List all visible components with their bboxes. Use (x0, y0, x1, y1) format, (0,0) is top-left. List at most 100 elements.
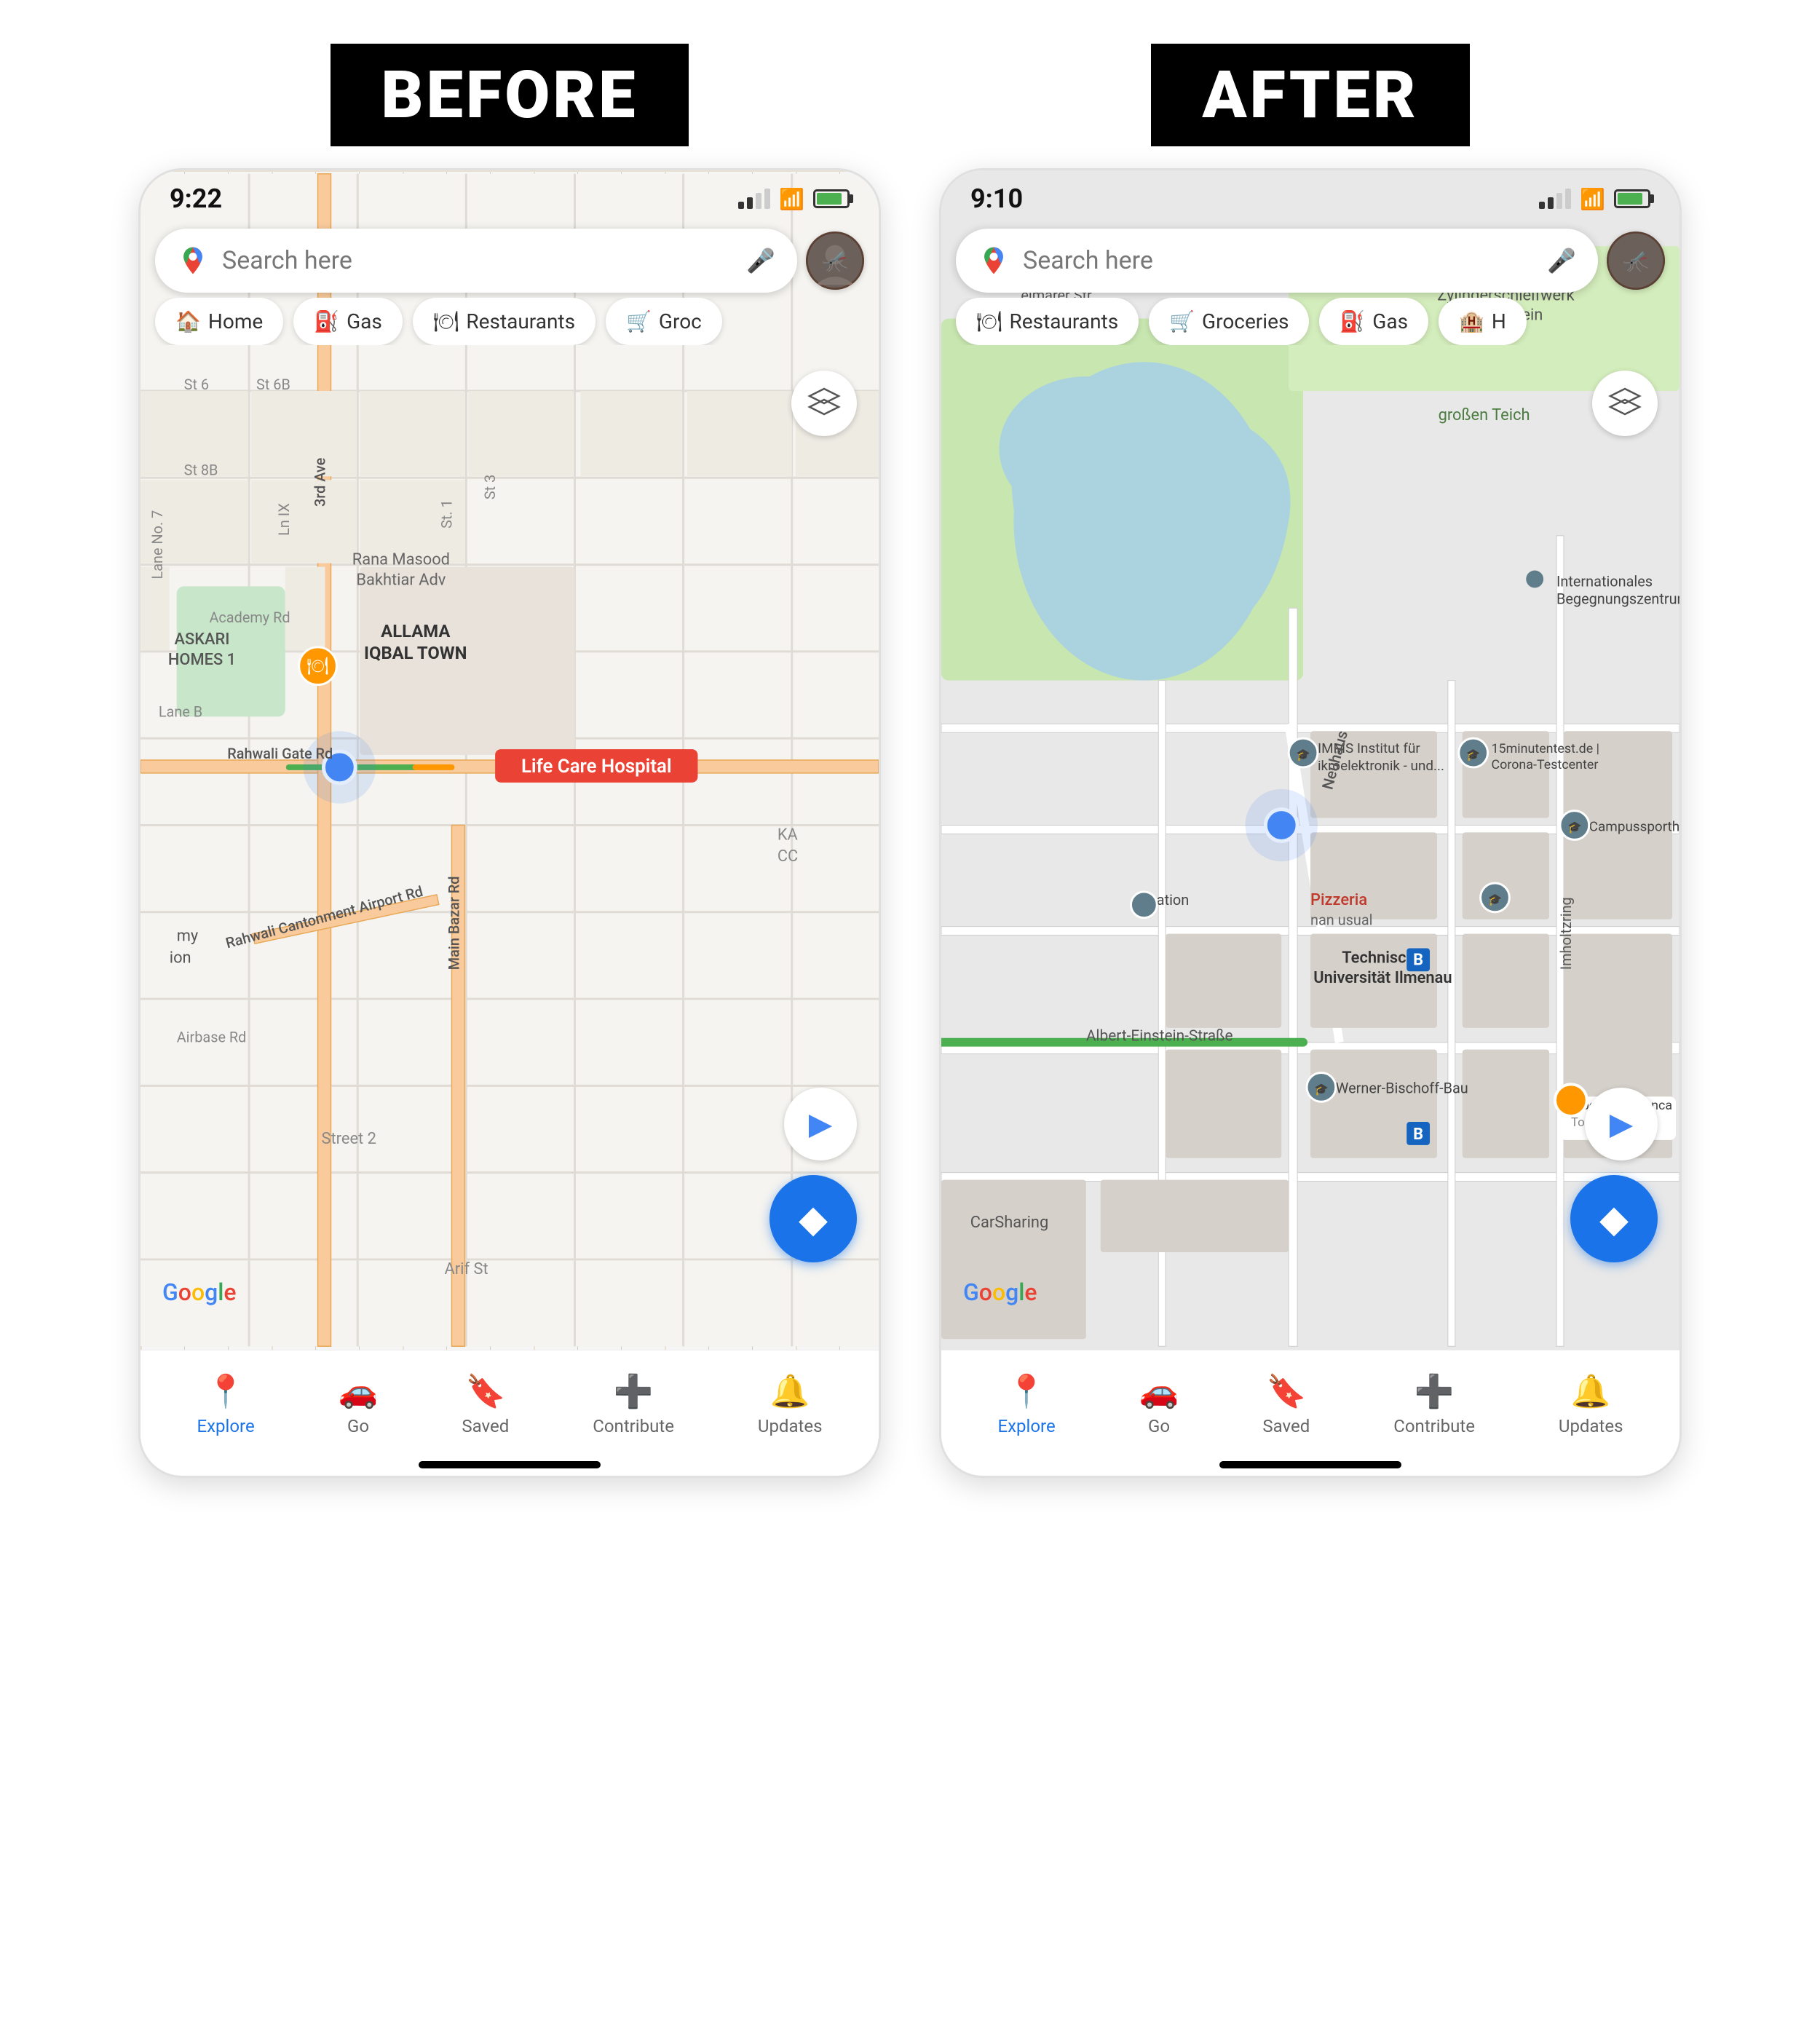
svg-text:🎓: 🎓 (1314, 1082, 1329, 1096)
chip-restaurants[interactable]: 🍽 Restaurants (413, 298, 596, 345)
mic-icon-after[interactable]: 🎤 (1547, 247, 1576, 274)
nav-contribute-after[interactable]: ➕ Contribute (1393, 1372, 1475, 1436)
svg-text:Main Bazar Rd: Main Bazar Rd (446, 876, 462, 970)
chip-gas-after[interactable]: ⛽ Gas (1319, 298, 1428, 345)
svg-text:🎓: 🎓 (1296, 748, 1310, 762)
updates-icon-after: 🔔 (1571, 1372, 1611, 1410)
nav-go-after[interactable]: 🚗 Go (1139, 1372, 1179, 1436)
google-logo-after: Google (963, 1278, 1037, 1306)
svg-text:Werner-Bischoff-Bau: Werner-Bischoff-Bau (1336, 1080, 1468, 1096)
after-map[interactable]: Zylinderschleifwerk Feuerstein großen Te… (941, 170, 1679, 1350)
svg-text:Arif St: Arif St (445, 1260, 488, 1278)
svg-text:Corona-Testcenter: Corona-Testcenter (1492, 757, 1599, 772)
signal-icon (738, 189, 770, 209)
nav-updates-after[interactable]: 🔔 Updates (1559, 1372, 1623, 1436)
chip-hotel-after[interactable]: 🏨 H (1439, 298, 1527, 345)
hotel-icon-after: 🏨 (1459, 309, 1484, 333)
chip-gas[interactable]: ⛽ Gas (293, 298, 403, 345)
svg-text:🎓: 🎓 (1488, 893, 1503, 906)
directions-fab[interactable]: ◆ (769, 1175, 857, 1262)
avatar-after[interactable]: 🦟 (1607, 232, 1665, 290)
svg-text:🎓: 🎓 (1466, 748, 1481, 762)
svg-text:St 8B: St 8B (184, 462, 218, 478)
navigate-button-after[interactable]: ▶ (1585, 1088, 1658, 1160)
svg-text:Universität Ilmenau: Universität Ilmenau (1313, 969, 1452, 987)
svg-text:15minutentest.de |: 15minutentest.de | (1492, 741, 1600, 756)
search-bar[interactable]: Search here 🎤 (155, 229, 797, 293)
gas-icon: ⛽ (314, 309, 339, 333)
avatar-before[interactable]: 🦟 (806, 232, 864, 290)
svg-text:Ln IX: Ln IX (276, 503, 293, 536)
go-label-after: Go (1148, 1416, 1170, 1436)
restaurants-icon: 🍽 (433, 309, 459, 333)
go-icon-after: 🚗 (1139, 1372, 1179, 1410)
svg-text:nan usual: nan usual (1310, 912, 1373, 929)
chip-hotel-after-label: H (1492, 309, 1506, 333)
svg-text:3rd Ave: 3rd Ave (312, 457, 329, 507)
before-label: BEFORE (331, 44, 689, 146)
home-indicator-before (419, 1461, 601, 1468)
explore-label-before: Explore (197, 1416, 254, 1436)
svg-text:B: B (1413, 951, 1423, 969)
chip-groceries-label: Groc (659, 309, 702, 333)
chip-restaurants-after[interactable]: 🍽 Restaurants (956, 298, 1139, 345)
saved-icon-after: 🔖 (1266, 1372, 1306, 1410)
after-phone: Zylinderschleifwerk Feuerstein großen Te… (939, 168, 1682, 1478)
svg-text:🎓: 🎓 (1567, 820, 1582, 834)
wifi-icon-after: 📶 (1580, 187, 1605, 211)
nav-saved-before[interactable]: 🔖 Saved (462, 1372, 509, 1436)
svg-text:Internationales: Internationales (1556, 573, 1653, 590)
svg-text:🦟: 🦟 (822, 250, 849, 274)
svg-text:Bakhtiar Adv: Bakhtiar Adv (356, 571, 446, 589)
nav-go-before[interactable]: 🚗 Go (339, 1372, 379, 1436)
svg-text:St 3: St 3 (482, 475, 499, 499)
after-label: AFTER (1151, 44, 1469, 146)
updates-icon-before: 🔔 (770, 1372, 810, 1410)
before-phone: 🍽 Life Care Hospital ASKARI HOMES 1 ALLA… (138, 168, 881, 1478)
nav-updates-before[interactable]: 🔔 Updates (758, 1372, 823, 1436)
nav-saved-after[interactable]: 🔖 Saved (1262, 1372, 1310, 1436)
directions-fab-after[interactable]: ◆ (1570, 1175, 1658, 1262)
svg-text:KA: KA (778, 826, 798, 844)
search-input-after[interactable]: Search here (1023, 246, 1534, 275)
svg-text:my: my (177, 927, 199, 946)
mic-icon[interactable]: 🎤 (746, 247, 775, 274)
chip-gas-label: Gas (347, 309, 382, 333)
home-indicator-after (1219, 1461, 1401, 1468)
chip-gas-after-label: Gas (1372, 309, 1408, 333)
comparison-row: BEFORE (29, 44, 1791, 1478)
search-input[interactable]: Search here (222, 246, 733, 275)
nav-explore-after[interactable]: 📍 Explore (997, 1372, 1055, 1436)
svg-text:ALLAMA: ALLAMA (381, 621, 450, 641)
updates-label-after: Updates (1559, 1416, 1623, 1436)
svg-text:St. 1: St. 1 (438, 499, 455, 529)
explore-icon-after: 📍 (1007, 1372, 1047, 1410)
before-panel: BEFORE (138, 44, 881, 1478)
before-map[interactable]: 🍽 Life Care Hospital ASKARI HOMES 1 ALLA… (141, 170, 879, 1350)
search-bar-container-after: Search here 🎤 🦟 (956, 229, 1665, 293)
svg-text:CarSharing: CarSharing (970, 1214, 1049, 1232)
saved-label-before: Saved (462, 1416, 509, 1436)
chip-groceries-after[interactable]: 🛒 Groceries (1149, 298, 1309, 345)
svg-text:Life Care Hospital: Life Care Hospital (521, 756, 672, 778)
svg-text:Rana Masood: Rana Masood (352, 551, 450, 569)
search-bar-after[interactable]: Search here 🎤 (956, 229, 1598, 293)
chip-home[interactable]: 🏠 Home (155, 298, 283, 345)
layer-button[interactable] (791, 371, 857, 436)
layer-button-after[interactable] (1592, 371, 1658, 436)
navigate-button[interactable]: ▶ (784, 1088, 857, 1160)
status-time-after: 9:10 (970, 183, 1023, 214)
svg-text:IQBAL TOWN: IQBAL TOWN (364, 643, 467, 663)
chip-groceries[interactable]: 🛒 Groc (606, 298, 722, 345)
svg-text:Airbase Rd: Airbase Rd (177, 1029, 247, 1046)
go-icon-before: 🚗 (339, 1372, 379, 1410)
nav-contribute-before[interactable]: ➕ Contribute (593, 1372, 674, 1436)
home-icon: 🏠 (175, 309, 201, 333)
svg-text:Lane No. 7: Lane No. 7 (149, 510, 166, 580)
battery-icon-after (1614, 189, 1650, 208)
groceries-icon-after: 🛒 (1169, 309, 1195, 333)
explore-icon-before: 📍 (206, 1372, 246, 1410)
nav-explore-before[interactable]: 📍 Explore (197, 1372, 254, 1436)
chip-restaurants-after-label: Restaurants (1010, 309, 1119, 333)
updates-label-before: Updates (758, 1416, 823, 1436)
